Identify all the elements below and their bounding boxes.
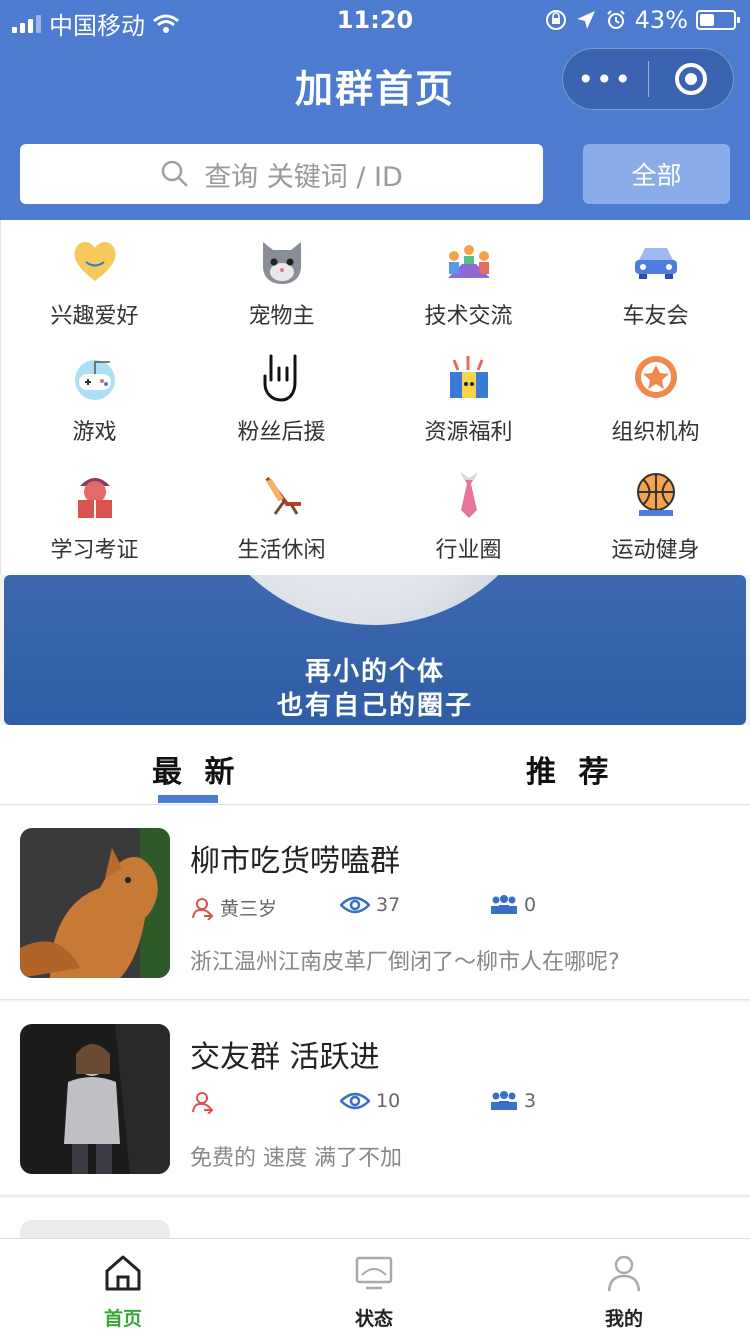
members-icon [491,895,517,914]
home-icon [105,1255,141,1291]
list-item[interactable]: 柳市吃货唠嗑群 黄三岁 37 0 浙江温州江南皮革厂倒闭了～柳市人在哪呢? [0,806,750,1000]
promo-banner[interactable]: 再小的个体 也有自己的圈子 [4,575,746,725]
tabbar-home[interactable]: 首页 [63,1249,183,1331]
eye-icon [340,896,370,914]
group-members: 0 [490,894,536,916]
navbar: 加群首页 ••• [0,40,750,130]
status-bar: 中国移动 11:20 43% [0,0,750,40]
group-name: 交友群 活跃进 [190,1040,380,1075]
badge-icon [634,356,677,398]
gift-box-icon [449,356,488,398]
tabbar-mine[interactable]: 我的 [564,1249,684,1331]
category-games[interactable]: 游戏 [1,352,188,446]
group-name: 柳市吃货唠嗑群 [190,844,400,879]
target-icon [674,63,707,95]
basketball-icon [636,473,675,516]
banner-line-2: 也有自己的圈子 [276,691,473,721]
category-hobbies[interactable]: 兴趣爱好 [1,236,188,330]
group-views: 10 [340,1090,400,1112]
members-count: 3 [524,1090,537,1112]
category-label: 兴趣爱好 [50,304,139,329]
alarm-icon [606,10,625,29]
category-tech[interactable]: 技术交流 [375,236,562,330]
category-label: 宠物主 [248,304,315,329]
eye-icon [340,1092,370,1110]
bottom-tab-bar: 首页 状态 我的 [0,1238,750,1334]
group-owner [190,1090,220,1114]
group-members: 3 [490,1090,536,1112]
category-label: 技术交流 [424,304,513,329]
category-label: 生活休闲 [237,538,326,563]
user-icon [192,897,214,920]
people-meeting-icon [447,245,490,278]
category-study[interactable]: 学习考证 [1,470,188,564]
category-car-club[interactable]: 车友会 [562,236,749,330]
category-label: 资源福利 [424,420,513,445]
lounge-chair-icon [264,476,301,515]
category-fitness[interactable]: 运动健身 [562,470,749,564]
list-item[interactable]: 交友群 活跃进 10 3 免费的 速度 满了不加 [0,1002,750,1196]
location-arrow-icon [576,11,595,29]
group-thumbnail [20,1024,170,1174]
members-icon [491,1091,517,1110]
rock-hand-icon [263,354,296,402]
category-label: 运动健身 [611,538,700,563]
category-fans[interactable]: 粉丝后援 [188,352,375,446]
search-input[interactable]: 查询 关键词 / ID [20,144,543,204]
necktie-icon [459,472,478,518]
group-meta: 10 3 [190,1090,710,1120]
close-target-button[interactable] [649,61,734,97]
profile-icon [607,1255,641,1292]
student-icon [77,478,112,518]
search-icon [161,160,189,187]
category-resources[interactable]: 资源福利 [375,352,562,446]
search-placeholder: 查询 关键词 / ID [204,161,403,193]
group-description: 免费的 速度 满了不加 [190,1146,402,1171]
category-label: 游戏 [72,420,117,445]
mini-program-capsule[interactable]: ••• [562,48,734,110]
orientation-lock-icon [545,10,566,30]
group-meta: 黄三岁 37 0 [190,894,710,924]
category-industry[interactable]: 行业圈 [375,470,562,564]
cat-icon [262,242,301,284]
group-description: 浙江温州江南皮革厂倒闭了～柳市人在哪呢? [190,950,620,975]
group-views: 37 [340,894,400,916]
category-label: 组织机构 [611,420,700,445]
category-label: 行业圈 [435,538,502,563]
battery-icon [696,10,740,30]
category-pets[interactable]: 宠物主 [188,236,375,330]
tabbar-mine-label: 我的 [604,1308,643,1330]
group-thumbnail [20,828,170,978]
category-label: 车友会 [622,304,689,329]
tab-latest[interactable]: 最 新 [152,747,240,791]
car-icon [634,248,677,279]
views-count: 37 [376,894,401,916]
category-label: 学习考证 [50,538,139,563]
owner-name: 黄三岁 [220,898,278,920]
tabbar-status-label: 状态 [354,1308,393,1330]
battery-percent: 43% [634,6,688,34]
category-leisure[interactable]: 生活休闲 [188,470,375,564]
heart-icon [73,242,116,281]
gamepad-icon [74,360,115,400]
views-count: 10 [376,1090,401,1112]
tab-recommended[interactable]: 推 荐 [526,747,614,791]
user-icon [192,1092,214,1114]
category-organizations[interactable]: 组织机构 [562,352,749,446]
tabbar-home-label: 首页 [103,1308,142,1330]
members-count: 0 [524,894,537,916]
moon-illustration [194,575,554,625]
tabbar-status[interactable]: 状态 [314,1249,434,1331]
group-owner: 黄三岁 [190,894,277,921]
header: 中国移动 11:20 43% 加群首页 ••• 查询 关键词 / ID 全部 [0,0,750,220]
all-filter-button[interactable]: 全部 [583,144,730,204]
more-button[interactable]: ••• [563,63,648,96]
category-label: 粉丝后援 [237,420,326,445]
feed-tabs: 最 新 推 荐 [0,725,750,805]
category-grid: 兴趣爱好 宠物主 技术交流 车友会 游戏 粉丝后援 资源福利 组织机构 学习考证… [0,220,750,575]
banner-line-1: 再小的个体 [304,657,445,687]
monitor-icon [355,1256,393,1290]
active-tab-indicator [158,795,218,803]
